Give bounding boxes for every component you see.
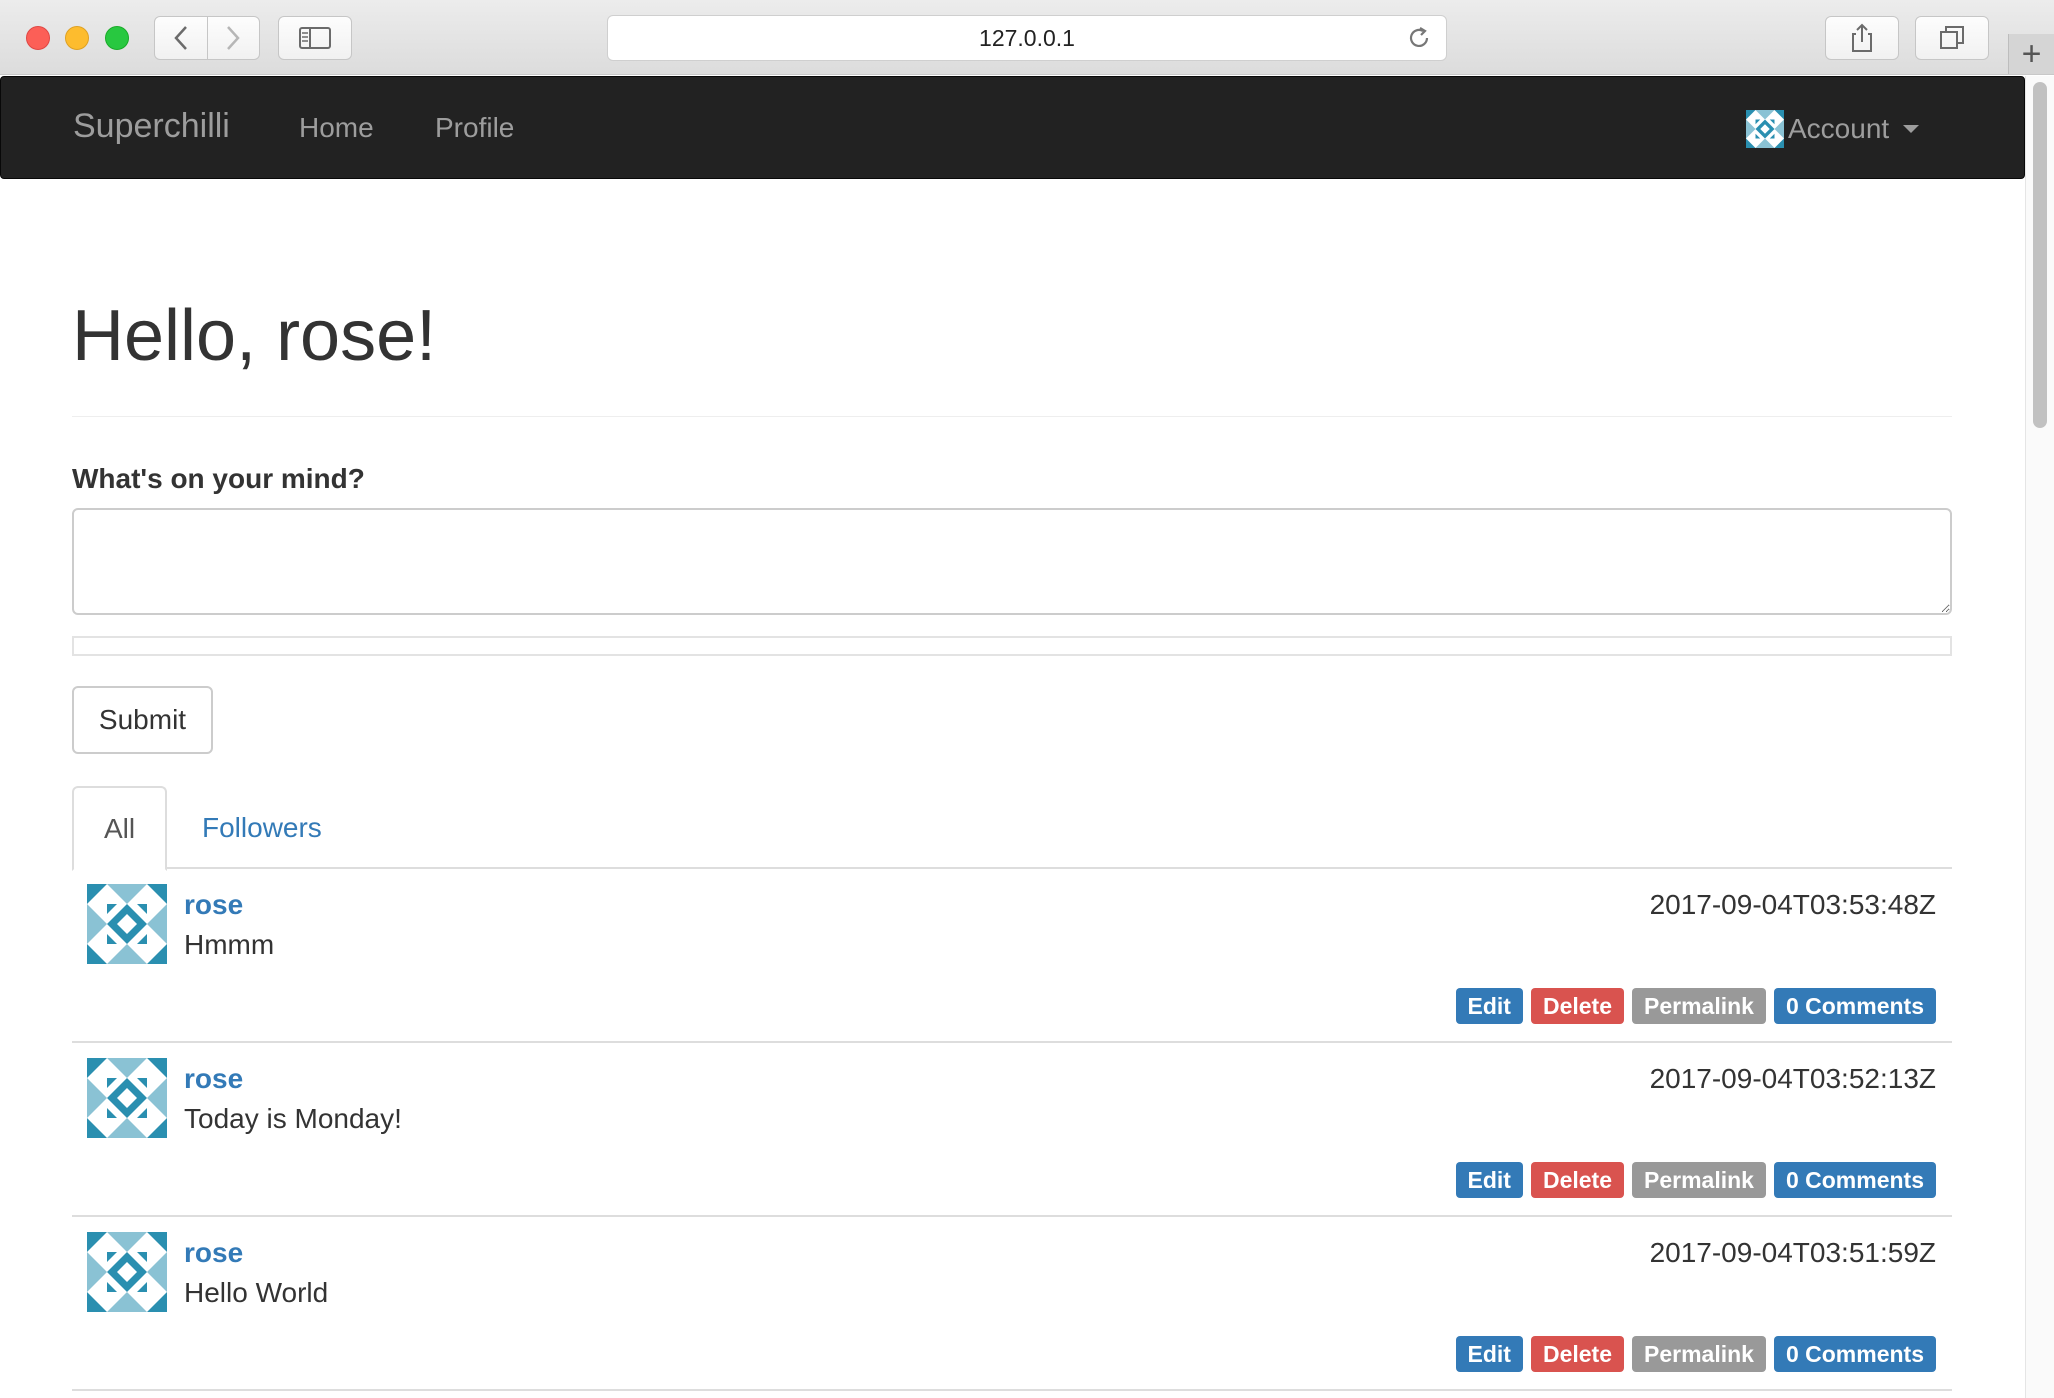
reload-icon[interactable] — [1406, 25, 1432, 57]
page-scrollbar-thumb[interactable] — [2033, 82, 2047, 428]
tab-followers[interactable]: Followers — [172, 786, 352, 869]
delete-button[interactable]: Delete — [1530, 1162, 1624, 1198]
tab-all[interactable]: All — [72, 786, 167, 871]
chevron-right-icon — [227, 26, 241, 50]
post-textarea[interactable] — [72, 508, 1952, 615]
post-timestamp: 2017-09-04T03:53:48Z — [1649, 889, 1936, 920]
post-item: rose 2017-09-04T03:53:48Z Hmmm Edit Dele… — [72, 869, 1952, 1043]
post-item: rose 2017-09-04T03:52:13Z Today is Monda… — [72, 1043, 1952, 1217]
post-actions: Edit Delete Permalink 0 Comments — [1455, 988, 1936, 1024]
author-avatar-icon[interactable] — [87, 884, 167, 964]
page-title: Hello, rose! — [72, 296, 437, 376]
edit-button[interactable]: Edit — [1455, 988, 1523, 1024]
post-actions: Edit Delete Permalink 0 Comments — [1455, 1336, 1936, 1372]
history-nav-group — [154, 16, 260, 60]
sidebar-toggle-button[interactable] — [278, 16, 352, 60]
back-button[interactable] — [155, 17, 207, 59]
post-author-link[interactable]: rose — [184, 1063, 243, 1095]
post-body: Today is Monday! — [184, 1103, 402, 1134]
edit-button[interactable]: Edit — [1455, 1336, 1523, 1372]
permalink-button[interactable]: Permalink — [1632, 1162, 1766, 1198]
nav-link-home[interactable]: Home — [299, 112, 374, 144]
brand-link[interactable]: Superchilli — [73, 107, 230, 146]
submit-button[interactable]: Submit — [72, 686, 213, 754]
page-header: Hello, rose! — [72, 300, 1952, 417]
address-bar-url: 127.0.0.1 — [979, 24, 1075, 51]
feed-tabs: All Followers — [72, 786, 1952, 871]
show-tabs-button[interactable] — [1915, 16, 1989, 60]
forward-button[interactable] — [206, 17, 259, 59]
author-avatar-icon[interactable] — [87, 1232, 167, 1312]
minimize-window-button[interactable] — [65, 26, 89, 50]
close-window-button[interactable] — [26, 26, 50, 50]
comments-button[interactable]: 0 Comments — [1773, 988, 1936, 1024]
account-dropdown[interactable]: Account — [1746, 110, 1920, 148]
permalink-button[interactable]: Permalink — [1632, 988, 1766, 1024]
post-timestamp: 2017-09-04T03:52:13Z — [1649, 1063, 1936, 1094]
caret-down-icon — [1903, 125, 1920, 133]
account-avatar-icon — [1746, 110, 1784, 148]
delete-button[interactable]: Delete — [1530, 988, 1624, 1024]
author-avatar-icon[interactable] — [87, 1058, 167, 1138]
tabs-icon — [1940, 26, 1964, 49]
post-timestamp: 2017-09-04T03:51:59Z — [1649, 1237, 1936, 1268]
post-body: Hello World — [184, 1277, 329, 1308]
browser-toolbar: 127.0.0.1 + — [0, 0, 2054, 75]
plus-icon: + — [2021, 34, 2042, 73]
top-navbar: Superchilli Home Profile Account — [0, 76, 2025, 179]
address-bar[interactable]: 127.0.0.1 — [607, 15, 1447, 61]
account-label: Account — [1788, 113, 1890, 144]
nav-link-profile[interactable]: Profile — [435, 112, 514, 144]
delete-button[interactable]: Delete — [1530, 1336, 1624, 1372]
post-author-link[interactable]: rose — [184, 1237, 243, 1269]
post-form-label: What's on your mind? — [72, 463, 365, 494]
share-icon — [1852, 23, 1872, 52]
comments-button[interactable]: 0 Comments — [1773, 1336, 1936, 1372]
post-actions: Edit Delete Permalink 0 Comments — [1455, 1162, 1936, 1198]
permalink-button[interactable]: Permalink — [1632, 1336, 1766, 1372]
chevron-left-icon — [174, 26, 187, 50]
new-tab-button[interactable]: + — [2008, 34, 2054, 74]
post-preview-box — [72, 636, 1952, 656]
post-body: Hmmm — [184, 929, 275, 960]
post-item: rose 2017-09-04T03:51:59Z Hello World Ed… — [72, 1217, 1952, 1391]
zoom-window-button[interactable] — [105, 26, 129, 50]
comments-button[interactable]: 0 Comments — [1773, 1162, 1936, 1198]
post-author-link[interactable]: rose — [184, 889, 243, 921]
edit-button[interactable]: Edit — [1455, 1162, 1523, 1198]
sidebar-icon — [299, 27, 331, 49]
share-button[interactable] — [1825, 16, 1899, 60]
